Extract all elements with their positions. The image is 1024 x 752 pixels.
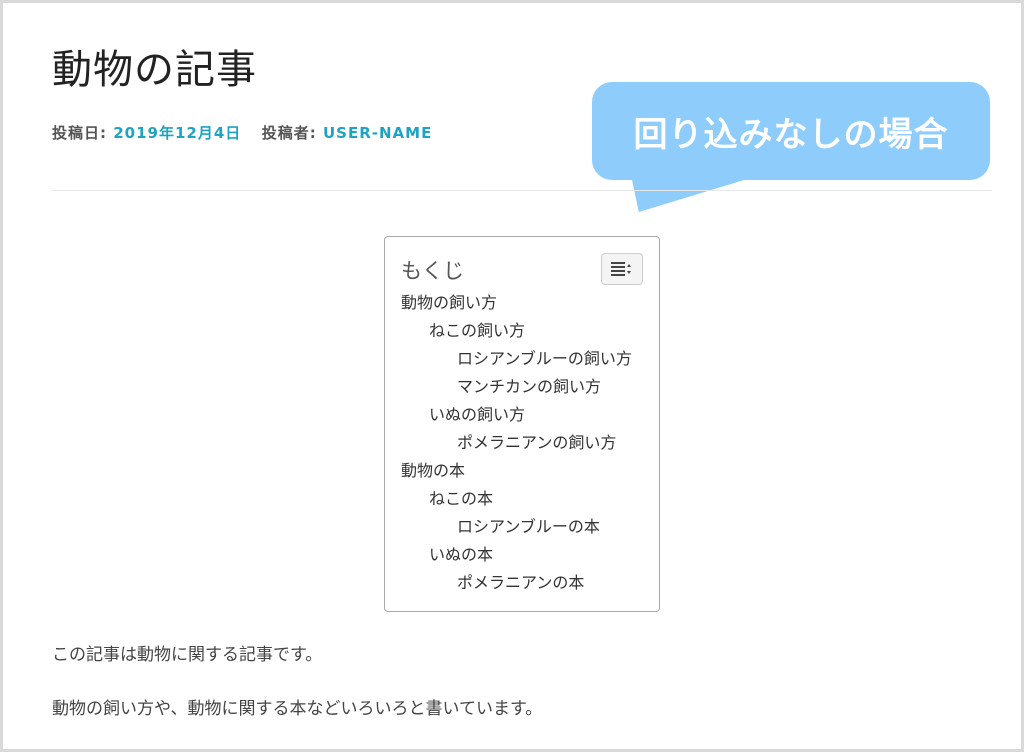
posted-by-label: 投稿者:: [261, 124, 317, 142]
toc-title: もくじ: [401, 259, 464, 283]
callout-text: 回り込みなしの場合: [633, 114, 949, 155]
toc-item[interactable]: 動物の飼い方: [401, 289, 632, 317]
toc-item[interactable]: ねこの飼い方: [401, 317, 632, 345]
list-toggle-icon: [611, 262, 631, 276]
post-meta: 投稿日: 2019年12月4日 投稿者: USER-NAME: [52, 122, 432, 143]
toc-item[interactable]: いぬの本: [401, 541, 632, 569]
toc-list: 動物の飼い方 ねこの飼い方 ロシアンブルーの飼い方 マンチカンの飼い方 いぬの飼…: [401, 289, 632, 597]
toc-item[interactable]: ポメラニアンの飼い方: [401, 429, 632, 457]
posted-on-label: 投稿日:: [52, 124, 107, 142]
body-paragraph-1: この記事は動物に関する記事です。: [52, 645, 323, 665]
toc-item[interactable]: いぬの飼い方: [401, 401, 632, 429]
toc-item[interactable]: ねこの本: [401, 485, 632, 513]
toc-item[interactable]: ポメラニアンの本: [401, 569, 632, 597]
header-divider: [52, 190, 992, 191]
toc-item[interactable]: ロシアンブルーの本: [401, 513, 632, 541]
toc-toggle-button[interactable]: [601, 253, 643, 285]
page-title: 動物の記事: [52, 47, 257, 93]
table-of-contents: もくじ 動物の飼い方 ねこの飼い方 ロシアンブルーの飼い方 マンチカンの飼い方 …: [384, 236, 660, 612]
callout-bubble: 回り込みなしの場合: [592, 82, 990, 180]
body-paragraph-2: 動物の飼い方や、動物に関する本などいろいろと書いています。: [52, 699, 543, 719]
author-link[interactable]: USER-NAME: [323, 124, 432, 142]
toc-item[interactable]: マンチカンの飼い方: [401, 373, 632, 401]
toc-item[interactable]: 動物の本: [401, 457, 632, 485]
callout-tail: [624, 176, 758, 212]
post-date-link[interactable]: 2019年12月4日: [113, 124, 241, 142]
toc-item[interactable]: ロシアンブルーの飼い方: [401, 345, 632, 373]
